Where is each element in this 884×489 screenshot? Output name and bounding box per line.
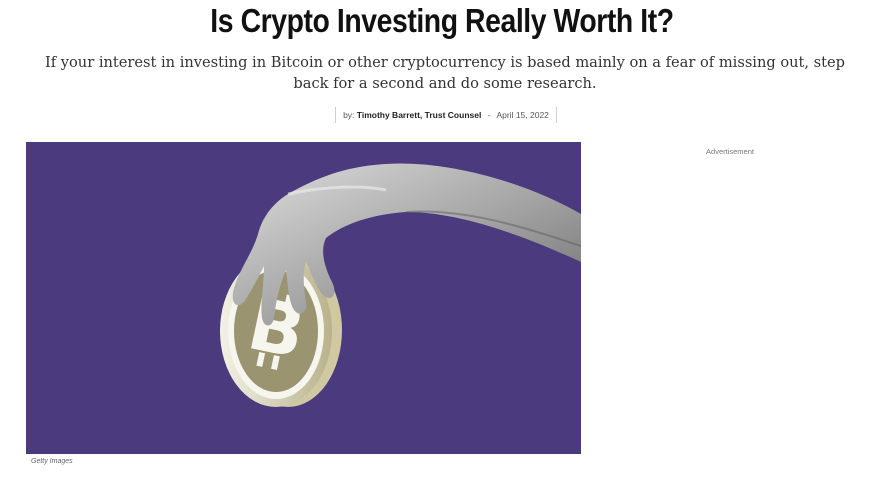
hero-image: B (26, 142, 581, 454)
article-dek: If your interest in investing in Bitcoin… (44, 54, 846, 92)
author-link[interactable]: Timothy Barrett, Trust Counsel (357, 110, 482, 120)
advertisement-label: Advertisement (706, 147, 754, 156)
hand-coin-illustration: B (220, 163, 581, 407)
publish-date: April 15, 2022 (496, 110, 549, 120)
image-credit: Getty Images (31, 458, 73, 465)
article-title: Is Crypto Investing Really Worth It? (210, 2, 674, 39)
byline-prefix: by: (343, 110, 355, 120)
byline-separator: - (487, 110, 491, 120)
byline: by: Timothy Barrett, Trust Counsel - Apr… (335, 107, 557, 123)
